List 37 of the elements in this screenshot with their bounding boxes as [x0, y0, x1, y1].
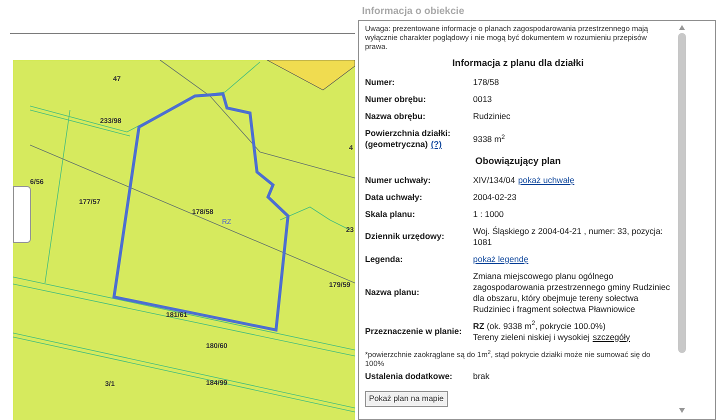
section-heading: Informacja z planu dla działki	[451, 57, 585, 71]
details-link[interactable]: szczegóły	[592, 332, 630, 342]
show-plan-button[interactable]: Pokaż plan na mapie	[365, 390, 448, 406]
scroll-up-icon[interactable]	[679, 25, 685, 30]
field-value: Rudziniec	[473, 111, 510, 122]
field-value: brak	[473, 370, 490, 380]
field-value: XIV/134/04	[473, 174, 516, 184]
field-label: Ustalenia dodatkowe:	[365, 370, 452, 380]
field-value: Zmiana miejscowego planu ogólnego zagospodarowania przestrzennego gminy Rudziniec dla obszaru, który obejmuje tereny sołectwa Rudziniec i fragment sołectwa Pławniowice	[473, 270, 670, 314]
field-value: RZ (ok. 9338 m$^{2}$, pokrycie 100.0%)	[473, 320, 606, 330]
map-control-panel	[13, 186, 31, 243]
field-label: Legenda:	[365, 254, 403, 264]
field-label: Powierzchnia działki:	[365, 128, 450, 138]
field-label: Nazwa planu:	[365, 287, 420, 297]
field-label: Data uchwały:	[365, 192, 422, 202]
field-value: 9338 m$^{2}$	[473, 134, 505, 144]
field-value: 178/58	[473, 77, 499, 88]
panel-title: Informacja o obiekcie	[361, 5, 466, 19]
field-label: Skala planu:	[365, 208, 416, 218]
field-label: Numer uchwały:	[365, 174, 431, 184]
section-heading: Obowiązujący plan	[474, 155, 562, 170]
field-label: Dziennik urzędowy:	[365, 231, 444, 241]
scroll-down-icon[interactable]	[679, 408, 685, 413]
help-link[interactable]: (?)	[430, 139, 442, 150]
field-value: 1 : 1000	[473, 208, 504, 218]
field-label: Numer obrębu:	[365, 94, 426, 104]
field-value: 2004-02-23	[473, 192, 516, 202]
field-link[interactable]: pokaż uchwałę	[518, 174, 574, 184]
field-label: Numer:	[365, 77, 395, 88]
scrollbar-thumb[interactable]	[678, 33, 686, 353]
field-link[interactable]: pokaż legendę	[473, 254, 528, 264]
field-value: 0013	[473, 94, 492, 104]
field-label: Nazwa obrębu:	[365, 111, 426, 122]
field-label: (geometryczna)	[365, 139, 428, 150]
field-value: Tereny zieleni niskiej i wysokiej	[473, 332, 590, 342]
field-label: Przeznaczenie w planie:	[365, 326, 462, 336]
field-value: Woj. Śląskiego z 2004-04-21 , numer: 33, pozycja: 1081	[473, 226, 663, 246]
